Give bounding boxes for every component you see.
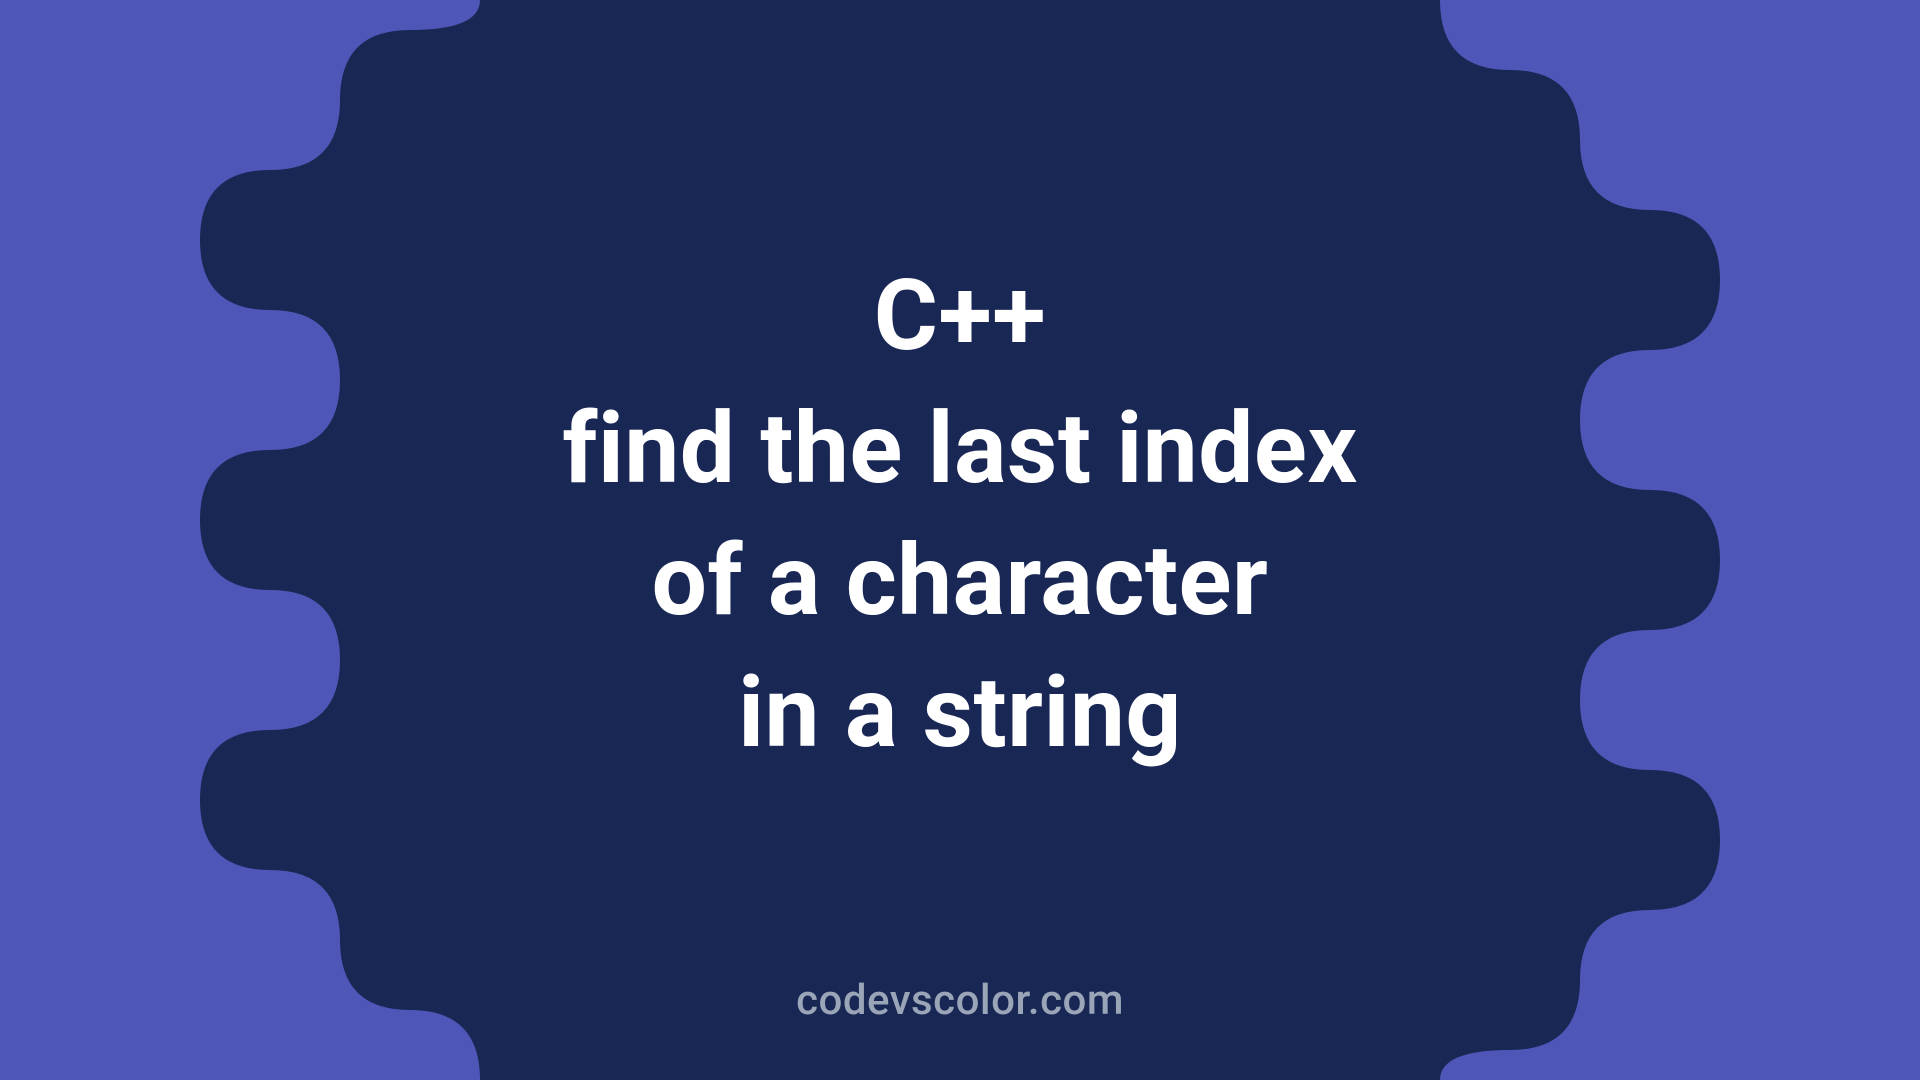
site-attribution: codevscolor.com bbox=[796, 976, 1124, 1025]
title-block: C++ find the last index of a character i… bbox=[0, 300, 1920, 779]
title-line-3: of a character bbox=[0, 515, 1920, 647]
banner-card: C++ find the last index of a character i… bbox=[0, 0, 1920, 1080]
title-line-4: in a string bbox=[0, 647, 1920, 779]
title-line-1: C++ bbox=[0, 250, 1920, 382]
title-line-2: find the last index bbox=[0, 383, 1920, 515]
